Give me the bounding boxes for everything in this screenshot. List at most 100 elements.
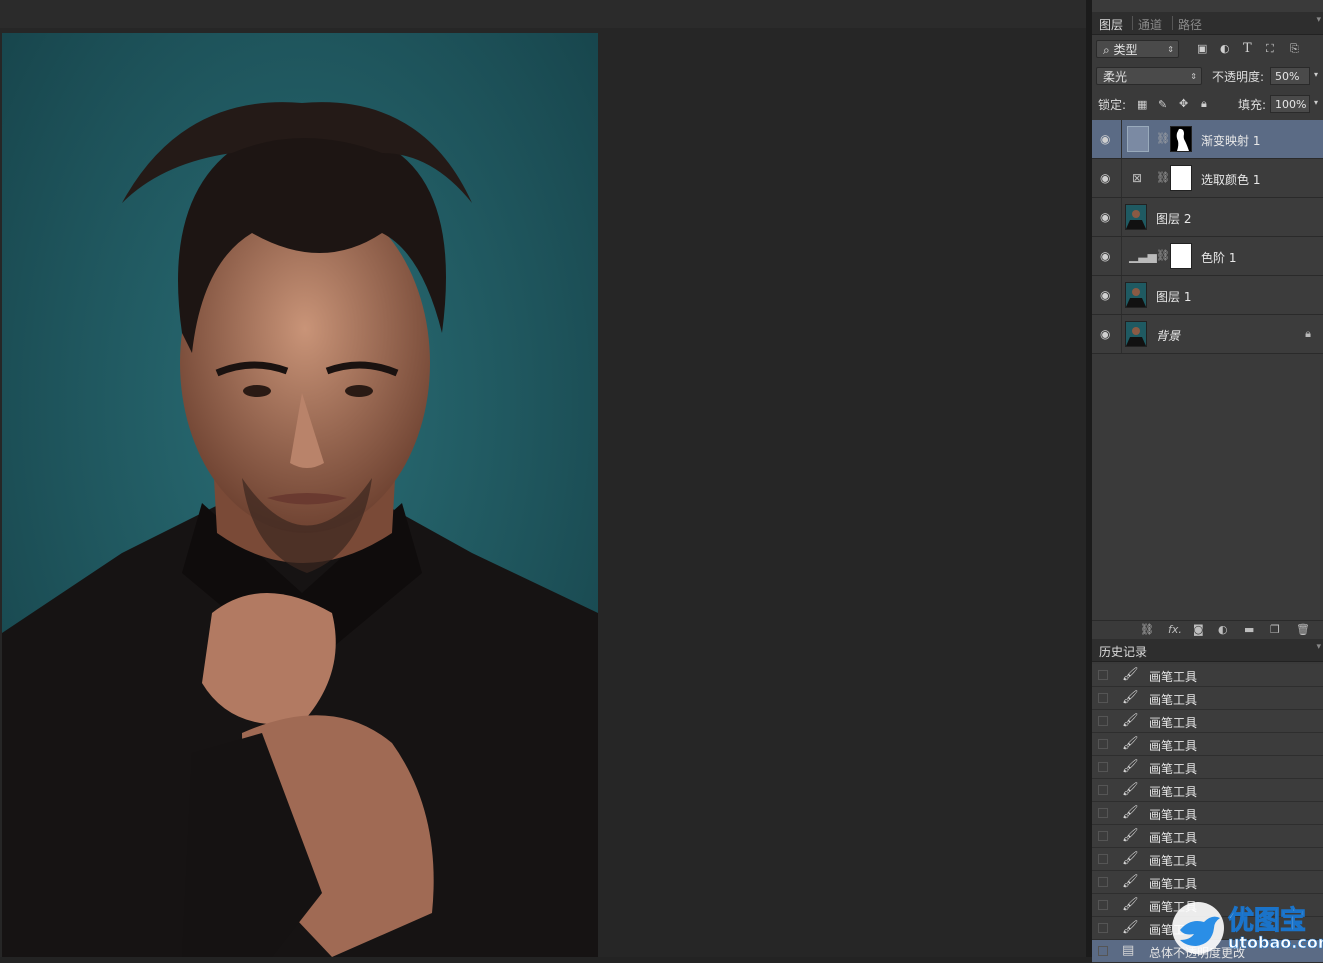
brush-tool-icon: 🖌︎ [1122, 782, 1139, 797]
snapshot-checkbox[interactable] [1098, 762, 1108, 772]
visibility-eye-icon[interactable]: ◉ [1100, 171, 1114, 185]
mask-link-icon[interactable]: ⛓ [1156, 171, 1170, 184]
visibility-eye-icon[interactable]: ◉ [1100, 327, 1114, 341]
layers-list: ◉ ⛓ 渐变映射 1 ◉ ⊠ ⛓ 选取颜色 1 ◉ 图层 2 ◉ ▁▃▅ ⛓ 色… [1092, 120, 1323, 354]
tab-layers[interactable]: 图层 [1099, 16, 1123, 33]
portrait-thumbnail [1126, 210, 1146, 229]
snapshot-checkbox[interactable] [1098, 923, 1108, 933]
delete-layer-trash-icon[interactable]: 🗑︎ [1296, 623, 1310, 636]
add-mask-icon[interactable]: ◙ [1193, 623, 1204, 636]
history-item[interactable]: 🖌︎ 画笔工具 [1092, 710, 1323, 733]
portrait-thumbnail [1126, 327, 1146, 346]
history-item[interactable]: 🖌︎ 画笔工具 [1092, 871, 1323, 894]
layer-row-layer-1[interactable]: ◉ 图层 1 [1092, 276, 1323, 315]
tab-paths[interactable]: 路径 [1178, 16, 1202, 33]
adjustment-filter-icon[interactable]: ◐ [1220, 42, 1230, 55]
lock-transparent-icon[interactable]: ▦ [1137, 98, 1147, 111]
snapshot-checkbox[interactable] [1098, 739, 1108, 749]
snapshot-checkbox[interactable] [1098, 808, 1108, 818]
opacity-label: 不透明度: [1212, 70, 1265, 84]
opacity-field[interactable]: 50% [1270, 67, 1310, 85]
layer-row-layer-2[interactable]: ◉ 图层 2 [1092, 198, 1323, 237]
visibility-eye-icon[interactable]: ◉ [1100, 210, 1114, 224]
layer-name[interactable]: 渐变映射 1 [1201, 132, 1260, 149]
visibility-eye-icon[interactable]: ◉ [1100, 249, 1114, 263]
history-item-label: 画笔工具 [1149, 877, 1198, 891]
shape-filter-icon[interactable]: ⛶ [1266, 42, 1274, 56]
lock-image-brush-icon[interactable]: ✎ [1158, 98, 1167, 111]
mask-link-icon[interactable]: ⛓ [1156, 249, 1170, 262]
document-canvas[interactable] [2, 33, 598, 957]
brush-tool-icon: 🖌︎ [1122, 690, 1139, 705]
blend-mode-dropdown[interactable]: 柔光 ⇕ [1096, 67, 1202, 85]
snapshot-checkbox[interactable] [1098, 831, 1108, 841]
fill-slider-arrow-icon[interactable]: ▾ [1314, 98, 1318, 107]
snapshot-checkbox[interactable] [1098, 877, 1108, 887]
layer-name[interactable]: 背景 [1156, 327, 1180, 344]
fill-field[interactable]: 100% [1270, 95, 1310, 113]
history-item[interactable]: 🖌︎ 画笔工具 [1092, 733, 1323, 756]
new-group-folder-icon[interactable]: ▬ [1244, 623, 1254, 636]
history-tab-bar: 历史记录 ▾ [1092, 639, 1323, 662]
snapshot-checkbox[interactable] [1098, 854, 1108, 864]
history-item-label: 画笔工具 [1149, 762, 1198, 776]
layer-row-selective-color[interactable]: ◉ ⊠ ⛓ 选取颜色 1 [1092, 159, 1323, 198]
layer-name[interactable]: 图层 1 [1156, 288, 1191, 305]
snapshot-checkbox[interactable] [1098, 900, 1108, 910]
snapshot-checkbox[interactable] [1098, 946, 1108, 956]
layer-name[interactable]: 选取颜色 1 [1201, 171, 1260, 188]
link-layers-icon[interactable]: ⛓ [1140, 623, 1154, 636]
snapshot-checkbox[interactable] [1098, 785, 1108, 795]
history-item[interactable]: 🖌︎ 画笔工具 [1092, 802, 1323, 825]
layer-thumbnail [1125, 204, 1147, 230]
history-item[interactable]: 🖌︎ 画笔工具 [1092, 848, 1323, 871]
mask-link-icon[interactable]: ⛓ [1156, 132, 1170, 145]
layer-row-gradient-map[interactable]: ◉ ⛓ 渐变映射 1 [1092, 120, 1323, 159]
history-item[interactable]: 🖌︎ 画笔工具 [1092, 756, 1323, 779]
eye-separator [1121, 198, 1122, 236]
new-adjustment-layer-icon[interactable]: ◐ [1218, 623, 1228, 636]
new-layer-icon[interactable]: ❐ [1270, 623, 1280, 636]
layer-mask-thumbnail[interactable] [1170, 126, 1192, 152]
layer-mask-thumbnail[interactable] [1170, 165, 1192, 191]
layer-mask-thumbnail[interactable] [1170, 243, 1192, 269]
tab-channels[interactable]: 通道 [1138, 16, 1162, 33]
panel-menu-icon[interactable]: ▾ [1316, 15, 1321, 25]
smart-object-filter-icon[interactable]: ⎘ [1290, 42, 1299, 56]
layer-thumbnail [1125, 282, 1147, 308]
options-bar [0, 0, 1090, 29]
watermark-url: utobao.com [1228, 933, 1323, 953]
fx-icon[interactable]: fx. [1168, 623, 1182, 636]
snapshot-checkbox[interactable] [1098, 670, 1108, 680]
filter-kind-label: 类型 [1113, 43, 1138, 57]
panel-menu-icon[interactable]: ▾ [1316, 642, 1321, 652]
history-item-label: 画笔工具 [1149, 716, 1198, 730]
lock-position-icon[interactable]: ✥ [1179, 97, 1188, 110]
brush-tool-icon: 🖌︎ [1122, 736, 1139, 751]
portrait-thumbnail [1126, 288, 1146, 307]
lock-all-icon[interactable]: 🔒︎ [1201, 97, 1207, 111]
eye-separator [1121, 315, 1122, 353]
visibility-eye-icon[interactable]: ◉ [1100, 132, 1114, 146]
history-item[interactable]: 🖌︎ 画笔工具 [1092, 664, 1323, 687]
snapshot-checkbox[interactable] [1098, 716, 1108, 726]
history-item[interactable]: 🖌︎ 画笔工具 [1092, 825, 1323, 848]
opacity-slider-arrow-icon[interactable]: ▾ [1314, 70, 1318, 79]
history-item-label: 画笔工具 [1149, 831, 1198, 845]
layer-name[interactable]: 色阶 1 [1201, 249, 1236, 266]
type-filter-icon[interactable]: T [1243, 41, 1252, 56]
blend-mode-label: 柔光 [1103, 70, 1128, 84]
layer-name[interactable]: 图层 2 [1156, 210, 1191, 227]
history-item[interactable]: 🖌︎ 画笔工具 [1092, 687, 1323, 710]
filter-row: ⌕ 类型 ⇕ ▣ ◐ T ⛶ ⎘ [1092, 40, 1323, 60]
filter-kind-dropdown[interactable]: ⌕ 类型 ⇕ [1096, 40, 1179, 58]
history-item[interactable]: 🖌︎ 画笔工具 [1092, 779, 1323, 802]
snapshot-checkbox[interactable] [1098, 693, 1108, 703]
lock-label: 锁定: [1098, 98, 1127, 112]
layer-row-background[interactable]: ◉ 背景 🔒︎ [1092, 315, 1323, 354]
tab-history[interactable]: 历史记录 [1099, 643, 1147, 660]
brush-tool-icon: 🖌︎ [1122, 759, 1139, 774]
layer-row-levels[interactable]: ◉ ▁▃▅ ⛓ 色阶 1 [1092, 237, 1323, 276]
image-filter-icon[interactable]: ▣ [1197, 42, 1207, 55]
visibility-eye-icon[interactable]: ◉ [1100, 288, 1114, 302]
